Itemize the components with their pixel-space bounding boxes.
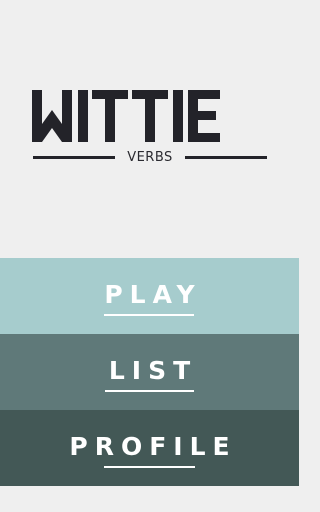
profile-underline bbox=[104, 466, 195, 468]
list-button[interactable]: LIST bbox=[0, 334, 299, 410]
subtitle: VERBS bbox=[127, 150, 173, 165]
play-underline bbox=[104, 314, 194, 316]
list-button-label: LIST bbox=[108, 356, 198, 385]
subtitle-line-right bbox=[185, 156, 267, 159]
wittie-logo-graphic bbox=[32, 90, 220, 142]
main-menu-screen: VERBS PLAY LIST PROFILE bbox=[0, 0, 299, 512]
profile-button[interactable]: PROFILE bbox=[0, 410, 299, 486]
profile-button-label: PROFILE bbox=[69, 432, 237, 461]
logo-area: VERBS bbox=[0, 0, 299, 258]
subtitle-row: VERBS bbox=[33, 148, 267, 168]
play-button[interactable]: PLAY bbox=[0, 258, 299, 334]
list-underline bbox=[105, 390, 194, 392]
play-button-label: PLAY bbox=[104, 280, 202, 309]
footer-area bbox=[0, 486, 299, 512]
subtitle-line-left bbox=[33, 156, 115, 159]
